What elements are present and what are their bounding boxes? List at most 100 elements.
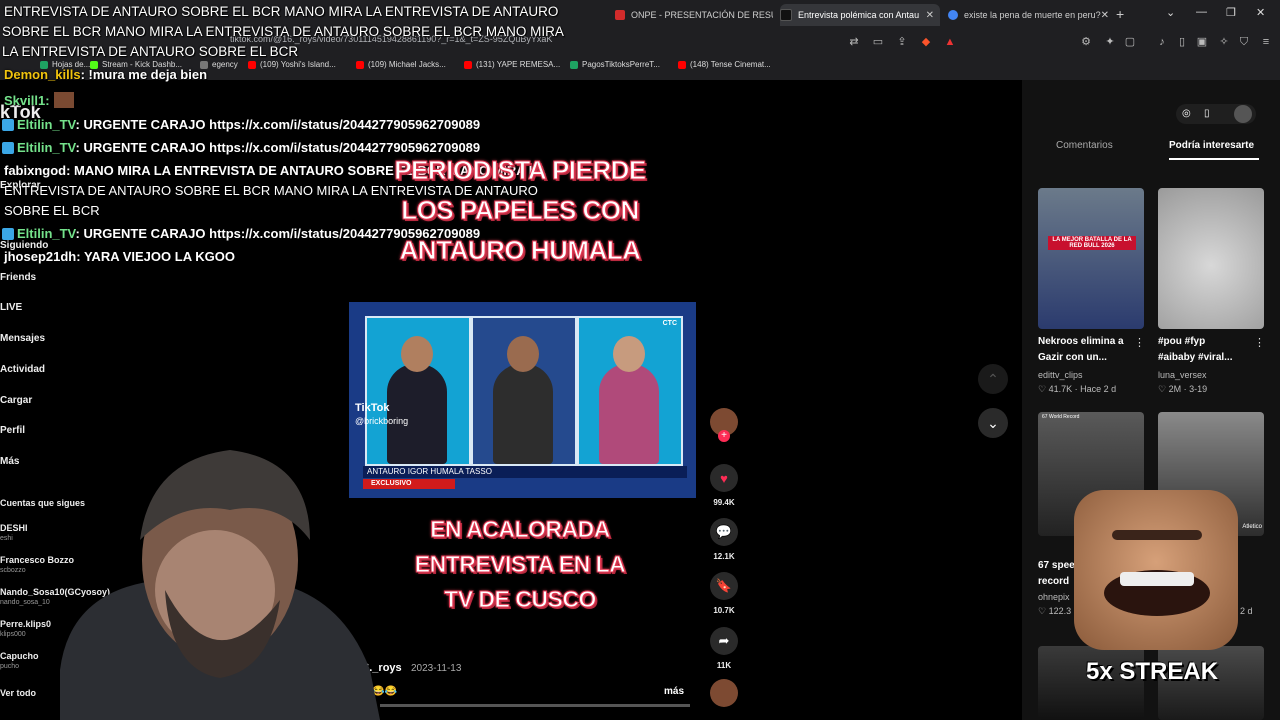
emote-icon (53, 92, 74, 108)
video-player[interactable]: CTC TikTok @brickboring ANTAURO IGOR HUM… (349, 302, 696, 498)
chat-username: Demon_kills (4, 67, 81, 82)
share-icon[interactable]: ⇪ (896, 36, 908, 48)
tiktok-watermark: TikTok (355, 402, 390, 414)
recommended-thumb[interactable] (1158, 188, 1264, 329)
new-tab-icon[interactable]: + (1116, 6, 1124, 22)
sidebar-item-messages[interactable]: Mensajes (0, 333, 45, 344)
sidebar-item-friends[interactable]: Friends (0, 272, 36, 283)
music-icon[interactable]: ♪ (1156, 36, 1168, 48)
close-tab-icon[interactable]: ✕ (1101, 10, 1108, 21)
recommended-title[interactable]: Nekroos elimina a (1038, 334, 1124, 350)
translate-icon[interactable]: ⇄ (848, 36, 860, 48)
speed-icon[interactable]: ◎ (1182, 108, 1191, 119)
recommended-user[interactable]: luna_versex (1158, 370, 1207, 380)
recommended-meta: ♡ 122.3 (1038, 606, 1072, 616)
sidebar-item-profile[interactable]: Perfil (0, 425, 25, 436)
more-link[interactable]: más (664, 686, 684, 697)
see-all-link[interactable]: Ver todo (0, 688, 36, 698)
save-button[interactable]: 🔖 10.7K (710, 572, 738, 615)
recommended-title[interactable]: Gazir con un... (1038, 350, 1107, 366)
bookmark-item[interactable]: PagosTiktoksPerreT... (570, 60, 660, 69)
sidebar-item-activity[interactable]: Actividad (0, 364, 45, 375)
caption-line: PERIODISTA PIERDE (394, 155, 647, 186)
recommended-user[interactable]: edittv_clips (1038, 370, 1083, 380)
youtube-icon (356, 60, 364, 69)
time-ago: 3-19 (1189, 384, 1208, 394)
sidebar-icon[interactable]: ▯ (1176, 36, 1188, 48)
next-video-button[interactable]: ⌄ (978, 408, 1008, 438)
sidebar-item-upload[interactable]: Cargar (0, 395, 32, 406)
music-disc-icon (710, 679, 738, 707)
video-progress-bar[interactable] (380, 704, 690, 707)
device-icon[interactable]: ▯ (1204, 108, 1210, 119)
extension-icon[interactable]: ⚙ (1080, 36, 1092, 48)
cast-icon[interactable]: ▭ (872, 36, 884, 48)
comment-count: 12.1K (713, 552, 735, 561)
bookmark-label: (109) Michael Jacks... (368, 60, 446, 69)
tab-label: existe la pena de muerte en peru? (964, 10, 1101, 20)
tiktok-favicon-icon (780, 9, 792, 21)
previous-video-button[interactable]: ⌃ (978, 364, 1008, 394)
chat-message: Demon_kills: !mura me deja bien (4, 67, 208, 82)
comment-button[interactable]: 💬 12.1K (710, 518, 738, 561)
menu-icon[interactable]: ≡ (1260, 36, 1272, 48)
reaction-meme (1074, 490, 1238, 650)
share-button[interactable]: ➦ 11K (710, 627, 738, 670)
more-options-icon[interactable]: ⋮ (1254, 336, 1265, 349)
bookmark-item[interactable]: (109) Yoshi's Island... (248, 60, 336, 69)
sidebar-item-live[interactable]: LIVE (0, 302, 22, 313)
host-head (613, 336, 645, 372)
follow-plus-icon[interactable]: + (718, 430, 730, 442)
brave-shield-icon[interactable]: ◆ (920, 36, 932, 48)
profile-avatar-icon[interactable] (1234, 105, 1252, 123)
guest-figure (493, 364, 553, 464)
thumb-text: Atletico (1242, 524, 1262, 530)
author-avatar[interactable]: + (710, 408, 738, 442)
following-name[interactable]: Capucho (0, 651, 39, 661)
bookmark-item[interactable]: (131) YAPE REMESA... (464, 60, 560, 69)
music-disc[interactable] (710, 679, 738, 707)
like-button[interactable]: ♥ 99.4K (710, 464, 738, 507)
recommended-title[interactable]: record (1038, 574, 1069, 590)
caption-line: TV DE CUSCO (444, 586, 597, 613)
minimize-icon[interactable]: — (1196, 6, 1207, 18)
tab-recommended[interactable]: Podría interesarte (1169, 140, 1254, 151)
vpn-icon[interactable]: ⛉ (1238, 36, 1250, 48)
sidebar-item-more[interactable]: Más (0, 456, 19, 467)
bookmark-item[interactable]: (148) Tense Cinemat... (678, 60, 771, 69)
close-window-icon[interactable]: ✕ (1256, 6, 1265, 19)
tab-search-chevron-icon[interactable]: ⌄ (1166, 6, 1175, 19)
share-count: 11K (716, 661, 732, 670)
following-handle: pucho (0, 663, 20, 670)
following-name[interactable]: DESHI (0, 523, 28, 533)
wallet-icon[interactable]: ▣ (1196, 36, 1208, 48)
tab-onpe[interactable]: ONPE - PRESENTACIÓN DE RESULT (615, 4, 773, 26)
rewards-icon[interactable]: ▲ (944, 36, 956, 48)
more-options-icon[interactable]: ⋮ (1134, 336, 1145, 349)
bookmark-label: (131) YAPE REMESA... (476, 60, 561, 69)
bookmark-label: (109) Yoshi's Island... (260, 60, 336, 69)
maximize-icon[interactable]: ❐ (1226, 6, 1236, 19)
chat-username: Eltilin_TV (17, 140, 76, 155)
tab-tiktok[interactable]: Entrevista polémica con Antau ✕ (780, 4, 940, 26)
recommended-thumb[interactable]: LA MEJOR BATALLA DE LA RED BULL 2026 (1038, 188, 1144, 329)
close-tab-icon[interactable]: ✕ (926, 10, 934, 21)
video-caption-bottom: EN ACALORADA ENTREVISTA EN LA TV DE CUSC… (380, 512, 660, 617)
youtube-icon (678, 60, 686, 69)
chat-text: : YARA VIEJOO LA KGOO (76, 249, 235, 264)
following-handle: klips000 (0, 631, 26, 638)
tab-comments[interactable]: Comentarios (1056, 140, 1113, 151)
bookmark-item[interactable]: (109) Michael Jacks... (356, 60, 446, 69)
recommended-title[interactable]: #pou #fyp (1158, 334, 1205, 350)
tab-google[interactable]: existe la pena de muerte en peru? ✕ (948, 4, 1108, 26)
chat-username: Eltilin_TV (17, 117, 76, 132)
tab-icon[interactable]: ▢ (1124, 36, 1136, 48)
recommended-title[interactable]: #aibaby #viral... (1158, 350, 1233, 366)
recommended-user[interactable]: ohnepix (1038, 592, 1070, 602)
watermark-handle: @brickboring (355, 416, 409, 426)
leo-icon[interactable]: ✧ (1218, 36, 1230, 48)
recommended-title[interactable]: 67 spee (1038, 558, 1075, 574)
puzzle-icon[interactable]: ✦ (1104, 36, 1116, 48)
time-ago: 2 d (1240, 606, 1253, 616)
banner-line: ENTREVISTA DE ANTAURO SOBRE EL BCR MANO … (4, 4, 559, 19)
